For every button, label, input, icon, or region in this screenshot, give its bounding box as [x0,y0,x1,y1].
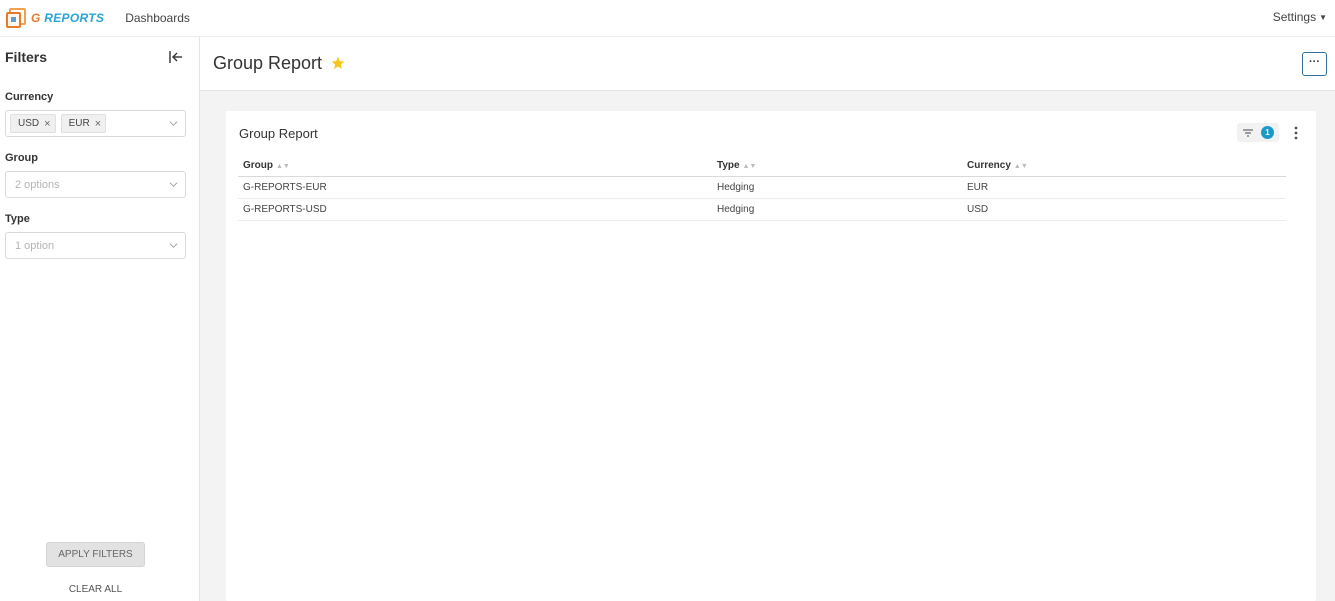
caret-down-icon: ▼ [1319,13,1327,22]
column-header-group[interactable]: Group ▲▼ [243,155,290,178]
page-title: Group Report [213,53,323,73]
table-row[interactable]: G-REPORTS-USD Hedging USD [238,199,1286,221]
currency-label: Currency [5,91,54,103]
settings-menu[interactable]: Settings ▼ [1273,10,1327,24]
kebab-menu-icon[interactable] [1292,125,1300,141]
chevron-down-icon [169,182,178,187]
sort-icon: ▲▼ [276,163,290,170]
chevron-down-icon [169,121,178,126]
table-header: Group ▲▼ Type ▲▼ Currency ▲▼ [238,155,1286,177]
favorite-star-icon[interactable] [331,56,345,70]
filter-icon [1243,128,1253,137]
report-card: Group Report 1 Group ▲▼ Type ▲▼ Currency ▲▼… [226,111,1316,601]
sort-icon: ▲▼ [742,163,757,170]
cell-group: G-REPORTS-EUR [243,182,327,193]
logo-text: G REPORTS [31,11,105,25]
currency-tag-usd: USD × [10,114,56,133]
collapse-sidebar-icon[interactable] [168,49,184,65]
group-label: Group [5,152,38,164]
group-select[interactable]: 2 options [5,171,186,198]
remove-tag-icon[interactable]: × [95,118,101,130]
settings-label: Settings [1272,10,1317,24]
column-header-type[interactable]: Type ▲▼ [717,155,756,178]
filters-title: Filters [5,49,48,65]
table-row[interactable]: G-REPORTS-EUR Hedging EUR [238,177,1286,199]
currency-select[interactable]: USD × EUR × [5,110,186,137]
logo[interactable]: G REPORTS [6,0,104,37]
card-title: Group Report [239,126,318,141]
filter-count-badge: 1 [1261,126,1274,139]
tag-label: USD [18,118,40,129]
cell-currency: USD [967,204,989,215]
type-select[interactable]: 1 option [5,232,186,259]
type-label: Type [5,213,30,225]
active-filters-chip[interactable]: 1 [1237,123,1279,142]
logo-icon [6,8,26,28]
clear-all-button[interactable]: CLEAR ALL [0,584,191,595]
cell-type: Hedging [717,204,755,215]
cell-type: Hedging [717,182,755,193]
more-options-button[interactable]: ··· [1302,52,1327,76]
column-header-label: Type [717,160,740,171]
tag-label: EUR [68,118,90,129]
group-placeholder: 2 options [15,178,60,191]
currency-tag-eur: EUR × [60,114,107,133]
column-header-label: Currency [967,160,1011,171]
main-content: Group Report ··· Group Report 1 Group ▲▼ … [200,37,1335,601]
cell-currency: EUR [967,182,989,193]
cell-group: G-REPORTS-USD [243,204,327,215]
page-header: Group Report ··· [200,37,1335,91]
column-header-currency[interactable]: Currency ▲▼ [967,155,1028,178]
apply-filters-button[interactable]: APPLY FILTERS [46,542,145,567]
chevron-down-icon [169,243,178,248]
nav-dashboards-link[interactable]: Dashboards [125,11,190,25]
sort-icon: ▲▼ [1013,163,1028,170]
filters-sidebar: Filters Currency USD × EUR × Group 2 optio… [0,37,200,601]
report-table: Group ▲▼ Type ▲▼ Currency ▲▼ G-REPORTS-EUR … [238,155,1286,221]
column-header-label: Group [243,160,273,171]
type-placeholder: 1 option [15,239,55,252]
top-navbar: G REPORTS Dashboards Settings ▼ [0,0,1335,37]
remove-tag-icon[interactable]: × [44,118,50,130]
